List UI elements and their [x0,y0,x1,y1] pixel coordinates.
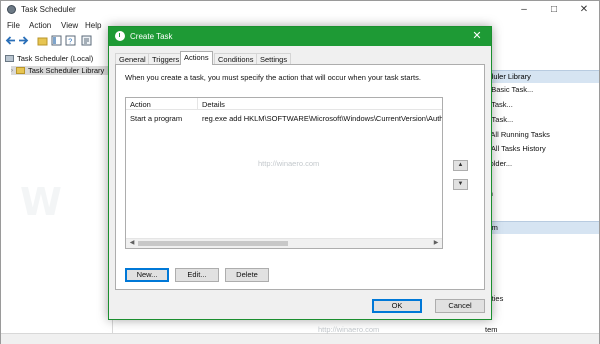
tab-actions[interactable]: Actions [180,51,213,65]
horizontal-scrollbar[interactable]: ◀ ▶ [126,238,442,248]
minimize-button[interactable]: – [509,1,539,19]
maximize-button[interactable]: □ [539,1,569,19]
dialog-close-button[interactable]: ✕ [463,27,491,46]
actions-tab-panel: When you create a task, you must specify… [115,64,485,290]
cancel-button[interactable]: Cancel [435,299,485,313]
create-task-dialog: Create Task ✕ General Triggers Actions C… [108,26,492,320]
scroll-right-icon[interactable]: ▶ [431,239,441,248]
new-action-button[interactable]: New... [125,268,169,282]
scroll-left-icon[interactable]: ◀ [127,239,137,248]
help-icon[interactable]: ? [65,35,76,46]
dialog-title: Create Task [130,32,173,41]
navigation-tree: Task Scheduler (Local) › Task Scheduler … [1,50,113,343]
edit-action-button[interactable]: Edit... [175,268,219,282]
forward-arrow-icon[interactable] [18,35,29,46]
menu-view[interactable]: View [61,21,78,30]
move-down-button[interactable]: ▼ [453,179,468,190]
main-window-title: Task Scheduler [21,5,76,14]
dialog-title-bar: Create Task ✕ [109,27,491,46]
computer-icon [5,55,14,62]
task-scheduler-app-icon [7,5,16,14]
column-details[interactable]: Details [202,100,225,109]
up-folder-icon[interactable] [37,35,48,46]
table-row[interactable]: Start a program reg.exe add HKLM\SOFTWAR… [126,112,442,124]
action-enable-history[interactable]: e All Tasks History [485,144,546,153]
menu-help[interactable]: Help [85,21,101,30]
menu-file[interactable]: File [7,21,20,30]
tree-root-item[interactable]: Task Scheduler (Local) [5,54,93,63]
tree-library-label: Task Scheduler Library [28,66,105,75]
actions-list[interactable]: Action Details Start a program reg.exe a… [125,97,443,249]
tree-root-label: Task Scheduler (Local) [17,54,94,63]
clock-icon [115,31,125,41]
expand-chevron-icon[interactable]: › [11,68,13,74]
action-create-basic-task[interactable]: e Basic Task... [485,85,533,94]
properties-icon[interactable] [81,35,92,46]
folder-icon [16,67,25,74]
ok-button[interactable]: OK [372,299,422,313]
dialog-tabs: General Triggers Actions Conditions Sett… [115,51,475,65]
back-arrow-icon[interactable] [5,35,16,46]
menu-action[interactable]: Action [29,21,51,30]
action-display-running-tasks[interactable]: y All Running Tasks [485,130,550,139]
tree-library-item[interactable]: › Task Scheduler Library [11,66,109,75]
scrollbar-thumb[interactable] [138,241,288,246]
row-details-cell: reg.exe add HKLM\SOFTWARE\Microsoft\Wind… [202,114,443,123]
close-button[interactable]: ✕ [569,1,599,19]
actions-description: When you create a task, you must specify… [125,73,421,82]
delete-action-button[interactable]: Delete [225,268,269,282]
status-bar [1,333,599,344]
show-hide-tree-icon[interactable] [51,35,62,46]
column-divider[interactable] [197,98,198,110]
svg-text:?: ? [68,39,72,46]
row-action-cell: Start a program [130,114,183,123]
main-title-bar: Task Scheduler – □ ✕ [1,1,599,19]
column-action[interactable]: Action [130,100,151,109]
list-header: Action Details [126,98,442,110]
move-up-button[interactable]: ▲ [453,160,468,171]
